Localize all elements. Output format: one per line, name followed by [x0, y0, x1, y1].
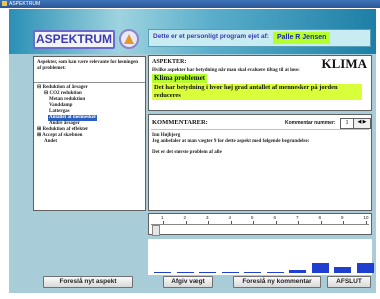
scale-number: 7: [296, 215, 299, 220]
scale-tick: [298, 221, 299, 224]
give-weight-button[interactable]: Afgiv vægt: [163, 276, 213, 288]
histogram-bar: [334, 266, 351, 273]
scale-number: 10: [363, 215, 369, 220]
tree-divider: [34, 82, 145, 83]
scale-tick: [253, 221, 254, 224]
scale-number: 2: [183, 215, 187, 220]
owner-question: Dette er et personligt program ejet af:: [153, 33, 269, 40]
scale-tick: [163, 221, 164, 224]
tree-item-label: Vanddamp: [49, 103, 73, 108]
tree-item-label: Andet: [44, 139, 58, 144]
new-comment-button[interactable]: Foreslå ny kommentar: [233, 276, 321, 288]
histogram-bar: [266, 272, 284, 273]
tree-item-label: Metan reduktion: [49, 97, 86, 102]
scale-tick: [343, 221, 344, 224]
tree-header: Aspekter, som kan være relevante for løs…: [37, 60, 139, 71]
histogram-bar: [221, 272, 239, 273]
scale-number: 3: [206, 215, 209, 220]
aspekter-label: ASPEKTER:: [152, 59, 187, 65]
histogram-bar: [154, 272, 171, 273]
aspect-tree-panel: Aspekter, som kan være relevante for løs…: [33, 56, 146, 211]
prev-arrow-icon[interactable]: ◀: [358, 120, 362, 125]
aspekter-question: Hvilke aspekter har betydning når man sk…: [152, 68, 300, 73]
histogram-bar: [176, 272, 194, 273]
scale-number: 8: [318, 215, 322, 220]
tree-item-label: CO2 reduktion: [49, 91, 82, 96]
comment-divider: [151, 129, 369, 130]
scale-number: 5: [251, 215, 254, 220]
window-title-bar: ASPEKTRUM: [0, 0, 380, 8]
comment-nav-arrows[interactable]: ◀ ▶: [353, 118, 371, 129]
app-logo: ASPEKTRUM: [33, 30, 115, 49]
kommentarer-label: KOMMENTARER:: [152, 119, 208, 126]
aspekter-panel: ASPEKTER: KLIMA Hvilke aspekter har bety…: [148, 55, 372, 111]
scale-tick: [185, 221, 187, 224]
scale-tick: [320, 221, 322, 224]
slider-track[interactable]: [151, 224, 369, 225]
weight-histogram: [148, 239, 374, 275]
scale-number: 1: [161, 215, 164, 220]
logo-triangle-icon: [119, 29, 139, 49]
tree-item-label: Reduktion af årsager: [42, 85, 88, 90]
window-title: ASPEKTRUM: [9, 1, 41, 7]
comment-author: Inn Højbjerg: [152, 133, 181, 138]
histogram-bar: [244, 272, 261, 273]
scale-number: 9: [341, 215, 344, 220]
topic-title: KLIMA: [321, 56, 368, 71]
next-arrow-icon[interactable]: ▶: [363, 120, 367, 125]
tree-item-label: Antallet af mennesker: [49, 115, 97, 120]
comment-text-2: Det er det største problem af alle: [152, 150, 222, 155]
scale-tick: [208, 221, 209, 224]
comment-number-field[interactable]: 1: [340, 118, 354, 129]
scale-number: 6: [273, 215, 277, 220]
owner-banner: Dette er et personligt program ejet af: …: [148, 29, 371, 47]
tree-item-label: Reduktion af effekter: [42, 127, 89, 132]
comment-number-label: Kommentar nummer:: [285, 120, 336, 126]
histogram-bar: [356, 263, 374, 273]
slider-thumb[interactable]: [152, 225, 160, 236]
comment-text: Jeg anbefaler at man vægter 9 for dette …: [152, 139, 310, 144]
exit-button[interactable]: AFSLUT: [327, 276, 371, 288]
scale-tick: [365, 221, 367, 224]
kommentarer-panel: KOMMENTARER: Kommentar nummer: 1 ◀ ▶ Inn…: [148, 114, 372, 211]
scale-tick: [230, 221, 232, 224]
tree-item-label: Andre årsager: [49, 121, 80, 126]
scale-tick: [275, 221, 277, 224]
tree-item-andet[interactable]: Andet: [44, 139, 57, 145]
problem-highlight: Klima problemet: [152, 74, 208, 83]
histogram-bar: [289, 269, 306, 273]
histogram-bar: [311, 263, 329, 273]
aspect-statement: Det har betydning i hvor høj grad antall…: [152, 84, 362, 100]
owner-name: Palle R Jensen: [273, 32, 331, 44]
tree-item-label: Lattergas: [49, 109, 70, 114]
app-icon: [2, 1, 7, 6]
histogram-bar: [199, 272, 216, 273]
scale-number: 4: [228, 215, 232, 220]
weight-slider[interactable]: 1 2 3 4 5 6 7 8 9 10: [148, 213, 372, 236]
tree-item-label: Accept af skæbnen: [42, 133, 83, 138]
new-aspect-button[interactable]: Foreslå nyt aspekt: [43, 276, 133, 288]
